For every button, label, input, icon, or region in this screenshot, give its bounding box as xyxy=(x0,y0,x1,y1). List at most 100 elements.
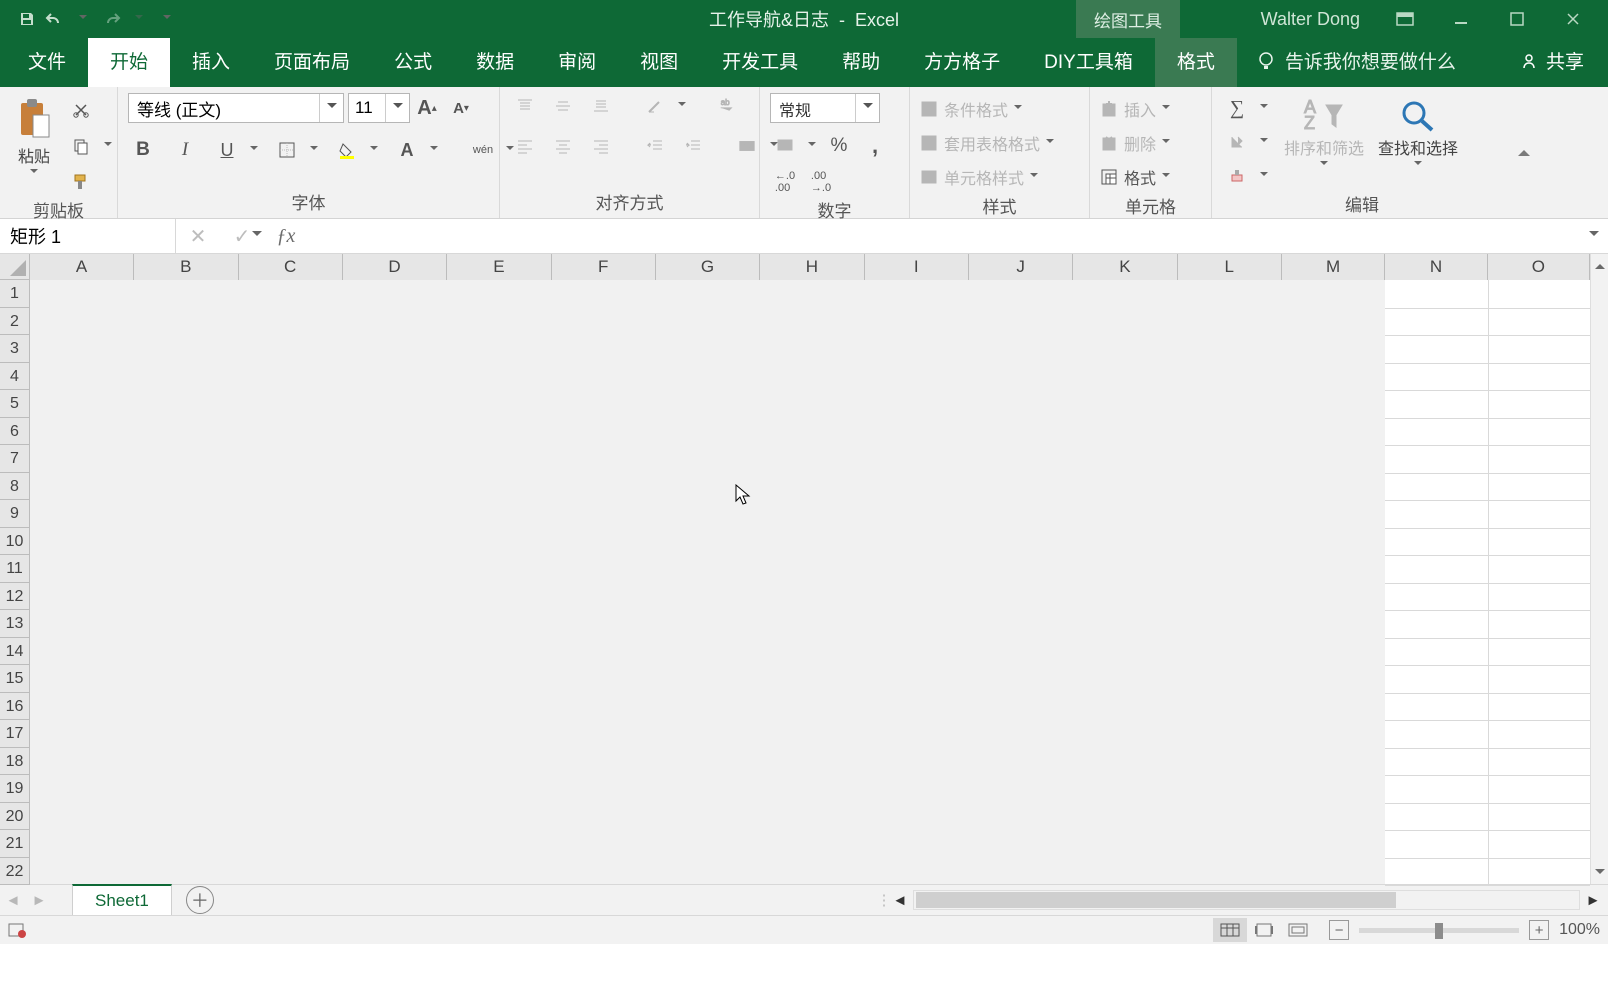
row-header[interactable]: 19 xyxy=(0,775,30,803)
conditional-formatting-button[interactable]: 条件格式 xyxy=(920,95,1024,123)
decrease-font-button[interactable]: A▾ xyxy=(444,95,478,121)
vertical-scrollbar[interactable] xyxy=(1590,254,1608,884)
undo-button[interactable] xyxy=(44,8,66,30)
minimize-button[interactable] xyxy=(1438,4,1484,34)
column-header[interactable]: G xyxy=(656,254,760,280)
row-header[interactable]: 7 xyxy=(0,445,30,473)
borders-button[interactable] xyxy=(272,137,302,163)
row-header[interactable]: 12 xyxy=(0,583,30,611)
save-icon[interactable] xyxy=(16,8,38,30)
column-header[interactable]: L xyxy=(1178,254,1282,280)
tab-home[interactable]: 开始 xyxy=(88,35,170,87)
sheet-tab-active[interactable]: Sheet1 xyxy=(72,884,172,915)
scroll-down-button[interactable] xyxy=(1591,864,1608,884)
zoom-in-button[interactable]: + xyxy=(1529,920,1549,940)
tab-data[interactable]: 数据 xyxy=(454,35,536,87)
hscroll-track[interactable] xyxy=(913,890,1580,910)
normal-view-button[interactable] xyxy=(1213,918,1247,942)
tab-review[interactable]: 审阅 xyxy=(536,35,618,87)
row-header[interactable]: 13 xyxy=(0,610,30,638)
number-format-dropdown-icon[interactable] xyxy=(855,94,879,122)
cells-grid[interactable] xyxy=(30,280,1590,884)
tab-insert[interactable]: 插入 xyxy=(170,35,252,87)
row-header[interactable]: 14 xyxy=(0,638,30,666)
bold-button[interactable]: B xyxy=(128,137,158,163)
share-button[interactable]: 共享 xyxy=(1496,47,1608,87)
underline-dropdown[interactable] xyxy=(248,137,260,163)
tab-ffgz[interactable]: 方方格子 xyxy=(902,35,1022,87)
hscroll-left-button[interactable]: ◄ xyxy=(889,889,911,911)
tab-format[interactable]: 格式 xyxy=(1155,35,1237,87)
row-header[interactable]: 9 xyxy=(0,500,30,528)
increase-indent-button[interactable] xyxy=(678,133,708,159)
tab-diy[interactable]: DIY工具箱 xyxy=(1022,35,1155,87)
font-name-dropdown-icon[interactable] xyxy=(319,94,343,122)
column-header[interactable]: D xyxy=(343,254,447,280)
undo-dropdown[interactable] xyxy=(72,8,94,30)
column-header[interactable]: E xyxy=(447,254,551,280)
row-header[interactable]: 3 xyxy=(0,335,30,363)
fill-dropdown[interactable] xyxy=(1258,129,1270,155)
decrease-indent-button[interactable] xyxy=(640,133,670,159)
collapse-ribbon-button[interactable] xyxy=(1512,87,1536,218)
column-header[interactable]: B xyxy=(134,254,238,280)
tab-formulas[interactable]: 公式 xyxy=(372,35,454,87)
redo-button[interactable] xyxy=(100,8,122,30)
worksheet-area[interactable]: ABCDEFGHIJKLMNO 123456789101112131415161… xyxy=(0,254,1608,884)
tab-scroll-splitter[interactable]: ⋮ xyxy=(879,888,889,912)
row-header[interactable]: 17 xyxy=(0,720,30,748)
format-painter-button[interactable] xyxy=(66,169,96,195)
insert-cells-button[interactable]: 插入 xyxy=(1100,95,1172,123)
column-header[interactable]: A xyxy=(30,254,134,280)
paste-button[interactable]: 粘贴 xyxy=(10,93,58,177)
signed-in-user[interactable]: Walter Dong xyxy=(1261,9,1360,30)
tab-help[interactable]: 帮助 xyxy=(820,35,902,87)
font-color-dropdown[interactable] xyxy=(428,137,440,163)
font-size-input[interactable] xyxy=(349,94,385,122)
row-header[interactable]: 8 xyxy=(0,473,30,501)
ribbon-display-options-button[interactable] xyxy=(1382,4,1428,34)
align-center-button[interactable] xyxy=(548,133,578,159)
zoom-slider[interactable] xyxy=(1359,928,1519,933)
column-header[interactable]: F xyxy=(552,254,656,280)
zoom-out-button[interactable]: − xyxy=(1329,920,1349,940)
tab-file[interactable]: 文件 xyxy=(6,35,88,87)
column-header[interactable]: O xyxy=(1488,254,1590,280)
zoom-slider-thumb[interactable] xyxy=(1435,923,1443,939)
row-header[interactable]: 4 xyxy=(0,363,30,391)
row-header[interactable]: 18 xyxy=(0,748,30,776)
align-right-button[interactable] xyxy=(586,133,616,159)
cell-styles-button[interactable]: 单元格样式 xyxy=(920,163,1040,191)
increase-font-button[interactable]: A▴ xyxy=(410,95,444,121)
delete-cells-button[interactable]: 删除 xyxy=(1100,129,1172,157)
fill-color-dropdown[interactable] xyxy=(368,137,380,163)
column-header[interactable]: K xyxy=(1073,254,1177,280)
row-header[interactable]: 2 xyxy=(0,308,30,336)
cut-button[interactable] xyxy=(66,97,96,123)
column-header[interactable]: H xyxy=(760,254,864,280)
row-header[interactable]: 1 xyxy=(0,280,30,308)
sheet-nav-next[interactable]: ► xyxy=(26,885,52,916)
row-header[interactable]: 21 xyxy=(0,830,30,858)
autosum-button[interactable]: ∑ xyxy=(1222,95,1252,121)
font-size-dropdown-icon[interactable] xyxy=(385,94,409,122)
macro-record-icon[interactable] xyxy=(8,922,28,938)
italic-button[interactable]: I xyxy=(170,137,200,163)
hscroll-right-button[interactable]: ► xyxy=(1582,889,1604,911)
number-format-combo[interactable]: 常规 xyxy=(770,93,880,123)
tab-developer[interactable]: 开发工具 xyxy=(700,35,820,87)
clear-button[interactable] xyxy=(1222,163,1252,189)
redo-dropdown[interactable] xyxy=(128,8,150,30)
zoom-percentage[interactable]: 100% xyxy=(1559,921,1600,939)
clear-dropdown[interactable] xyxy=(1258,163,1270,189)
orientation-button[interactable] xyxy=(640,93,670,119)
row-header[interactable]: 5 xyxy=(0,390,30,418)
tell-me-search[interactable]: 告诉我你想要做什么 xyxy=(1237,47,1476,87)
maximize-button[interactable] xyxy=(1494,4,1540,34)
find-select-button[interactable]: 查找和选择 xyxy=(1378,93,1458,169)
increase-decimal-button[interactable]: ←.0.00 xyxy=(770,169,800,195)
font-color-button[interactable]: A xyxy=(392,137,422,163)
font-name-combo[interactable] xyxy=(128,93,344,123)
align-middle-button[interactable] xyxy=(548,93,578,119)
scroll-up-button[interactable] xyxy=(1591,254,1608,274)
